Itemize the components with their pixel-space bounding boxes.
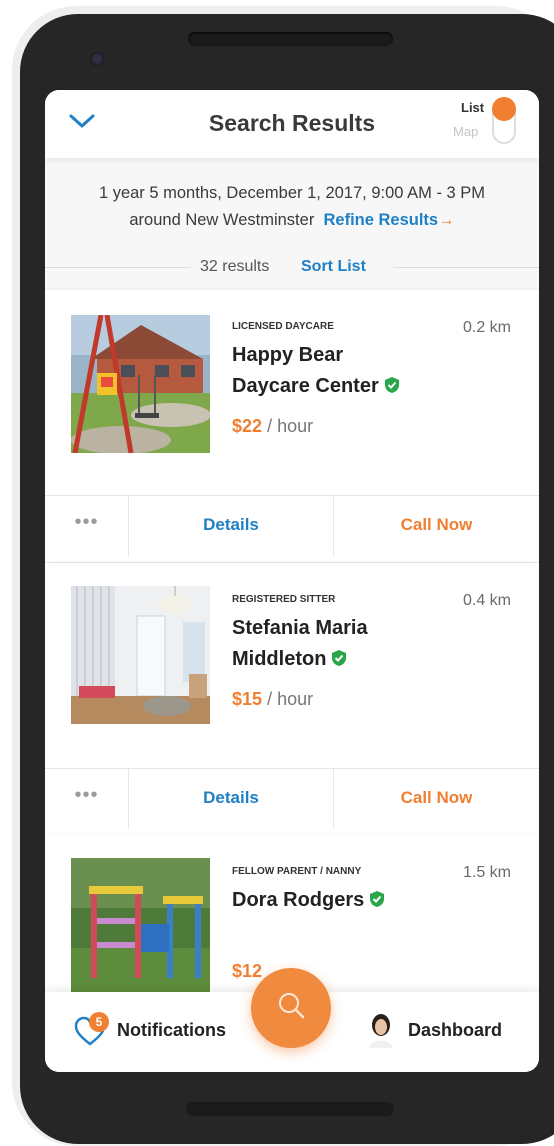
card-name[interactable]: Dora Rodgers (232, 885, 472, 916)
notifications-tab[interactable]: Notifications (117, 1020, 226, 1041)
app-screen: Search Results List Map 1 year 5 months,… (45, 90, 539, 1072)
card-price: $15 / hour (232, 689, 313, 710)
card-category: FELLOW PARENT / NANNY (232, 866, 362, 877)
arrow-right-icon[interactable]: → (438, 211, 455, 229)
toggle-list-label[interactable]: List (461, 100, 484, 115)
card-category: REGISTERED SITTER (232, 594, 336, 605)
search-icon (279, 993, 305, 1019)
avatar[interactable] (367, 1012, 395, 1048)
toggle-knob (492, 97, 516, 121)
card-distance: 0.2 km (462, 319, 511, 336)
card-actions: ••• Details Call Now (45, 768, 539, 829)
result-card[interactable]: LICENSED DAYCARE 0.2 km Happy Bear Dayca… (45, 290, 539, 562)
sort-list-link[interactable]: Sort List (301, 258, 366, 276)
price-amount: $15 (232, 689, 263, 709)
toggle-map-label[interactable]: Map (453, 124, 478, 139)
criteria-schedule: 1 year 5 months, December 1, 2017, 9:00 … (98, 184, 486, 202)
card-name[interactable]: Happy Bear Daycare Center (232, 340, 472, 402)
card-name-line1: Dora Rodgers (232, 889, 365, 911)
verified-shield-icon (384, 377, 399, 393)
results-count: 32 results (200, 258, 270, 275)
card-name-line2-row: Daycare Center (232, 371, 472, 402)
verified-shield-icon (332, 650, 347, 666)
daycare-photo[interactable] (71, 315, 210, 453)
playground-photo[interactable] (71, 858, 210, 996)
phone-speaker (188, 32, 393, 46)
card-price: $12 (232, 961, 262, 982)
price-amount: $22 (232, 416, 263, 436)
card-name-line1: Stefania Maria (232, 617, 368, 639)
price-unit: / hour (267, 416, 314, 436)
search-criteria: 1 year 5 months, December 1, 2017, 9:00 … (45, 180, 539, 234)
card-name-line2: Daycare Center (232, 375, 379, 397)
details-button[interactable]: Details (129, 496, 334, 556)
card-actions: ••• Details Call Now (45, 495, 539, 556)
results-summary: 32 results Sort List (45, 258, 539, 278)
details-button[interactable]: Details (129, 769, 334, 829)
card-name-line1: Happy Bear (232, 344, 344, 366)
more-options-button[interactable]: ••• (45, 769, 129, 829)
card-category: LICENSED DAYCARE (232, 321, 334, 332)
call-now-button[interactable]: Call Now (334, 496, 539, 556)
notification-badge: 5 (89, 1012, 109, 1032)
divider (45, 267, 191, 268)
divider (393, 267, 539, 268)
search-button[interactable] (251, 968, 331, 1048)
phone-camera (90, 52, 104, 66)
phone-bottom-grille (186, 1102, 394, 1116)
refine-results-link[interactable]: Refine Results (323, 211, 438, 229)
call-now-button[interactable]: Call Now (334, 769, 539, 829)
dashboard-tab[interactable]: Dashboard (408, 1020, 502, 1041)
card-price: $22 / hour (232, 416, 313, 437)
header-bar: Search Results List Map (45, 90, 539, 158)
criteria-location-row: around New Westminster Refine Results→ (45, 207, 539, 234)
card-name-line2-row: Middleton (232, 644, 472, 675)
card-distance: 0.4 km (462, 592, 511, 609)
card-name-line2: Middleton (232, 648, 327, 670)
price-amount: $12 (232, 961, 263, 981)
card-distance: 1.5 km (462, 864, 511, 881)
card-name[interactable]: Stefania Maria Middleton (232, 613, 472, 675)
result-card[interactable]: REGISTERED SITTER 0.4 km Stefania Maria … (45, 563, 539, 835)
verified-shield-icon (370, 891, 385, 907)
card-name-line1-row: Dora Rodgers (232, 885, 472, 916)
criteria-location: around New Westminster (129, 211, 315, 229)
sitter-photo[interactable] (71, 586, 210, 724)
price-unit: / hour (267, 689, 314, 709)
more-options-button[interactable]: ••• (45, 496, 129, 556)
